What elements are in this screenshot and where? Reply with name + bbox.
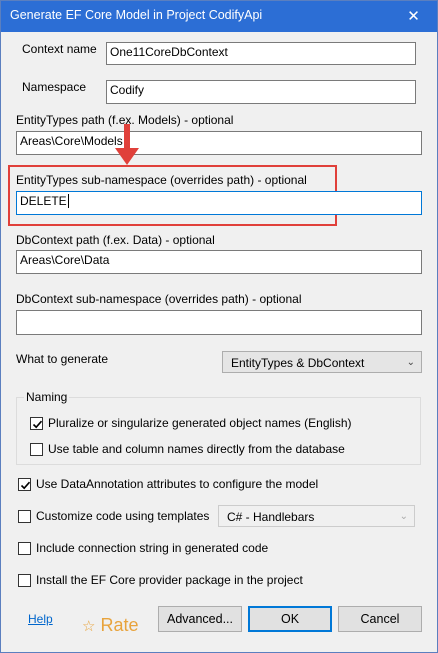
- data-annotations-label[interactable]: Use DataAnnotation attributes to configu…: [36, 477, 318, 491]
- text-caret: [67, 194, 69, 208]
- entitytypes-subnamespace-input[interactable]: DELETE: [16, 191, 422, 215]
- pluralize-checkbox[interactable]: [30, 417, 43, 430]
- advanced-button[interactable]: Advanced...: [158, 606, 242, 632]
- checkmark-icon: [20, 481, 31, 490]
- what-to-generate-label: What to generate: [16, 352, 109, 366]
- templates-label[interactable]: Customize code using templates: [36, 509, 209, 523]
- entitytypes-path-input[interactable]: Areas\Core\Models: [16, 131, 422, 155]
- ok-button[interactable]: OK: [248, 606, 332, 632]
- annotation-arrow: [115, 124, 139, 165]
- what-to-generate-value: EntityTypes & DbContext: [231, 356, 365, 370]
- star-icon: ☆: [82, 618, 96, 635]
- use-db-names-checkbox[interactable]: [30, 443, 43, 456]
- template-select-value: C# - Handlebars: [227, 510, 315, 524]
- what-to-generate-select[interactable]: EntityTypes & DbContext ⌄: [222, 351, 422, 373]
- entitytypes-subnamespace-label: EntityTypes sub-namespace (overrides pat…: [16, 173, 307, 187]
- naming-group-title: Naming: [24, 390, 70, 404]
- data-annotations-checkbox[interactable]: [18, 478, 31, 491]
- connection-string-label[interactable]: Include connection string in generated c…: [36, 541, 268, 555]
- templates-checkbox[interactable]: [18, 510, 31, 523]
- install-provider-checkbox[interactable]: [18, 574, 31, 587]
- dbcontext-subnamespace-label: DbContext sub-namespace (overrides path)…: [16, 292, 302, 306]
- cancel-button[interactable]: Cancel: [338, 606, 422, 632]
- help-link[interactable]: Help: [28, 612, 53, 626]
- install-provider-label[interactable]: Install the EF Core provider package in …: [36, 573, 303, 587]
- dbcontext-path-input[interactable]: Areas\Core\Data: [16, 250, 422, 274]
- dbcontext-subnamespace-input[interactable]: [16, 310, 422, 335]
- checkmark-icon: [32, 420, 43, 429]
- namespace-input[interactable]: Codify: [106, 80, 416, 104]
- rate-label: Rate: [100, 615, 139, 635]
- chevron-down-icon: ⌄: [406, 357, 415, 368]
- connection-string-checkbox[interactable]: [18, 542, 31, 555]
- window-title: Generate EF Core Model in Project Codify…: [10, 8, 263, 22]
- rate-link[interactable]: ☆ Rate: [82, 615, 139, 636]
- chevron-down-icon: ⌄: [399, 511, 408, 522]
- template-select[interactable]: C# - Handlebars ⌄: [218, 505, 415, 527]
- context-name-input[interactable]: One11CoreDbContext: [106, 42, 416, 65]
- close-button[interactable]: ✕: [390, 1, 437, 32]
- context-name-label: Context name: [22, 42, 97, 56]
- pluralize-label[interactable]: Pluralize or singularize generated objec…: [48, 416, 352, 430]
- use-db-names-label[interactable]: Use table and column names directly from…: [48, 442, 345, 456]
- entitytypes-subnamespace-value: DELETE: [20, 194, 67, 208]
- namespace-label: Namespace: [22, 80, 87, 94]
- dbcontext-path-label: DbContext path (f.ex. Data) - optional: [16, 233, 215, 247]
